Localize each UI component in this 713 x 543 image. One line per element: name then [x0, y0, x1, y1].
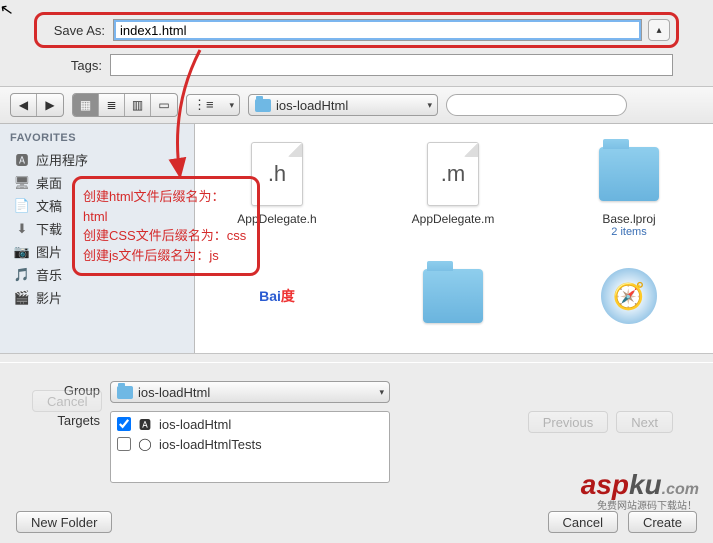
- sidebar-item-movies[interactable]: 🎬 影片: [0, 286, 194, 309]
- file-name: AppDelegate.m: [412, 212, 495, 226]
- file-item[interactable]: Base.lproj 2 items: [559, 140, 699, 238]
- sidebar-item-label: 影片: [36, 288, 62, 307]
- target-name: ios-loadHtml: [159, 417, 231, 432]
- group-value: ios-loadHtml: [138, 385, 210, 400]
- sidebar-item-label: 应用程序: [36, 150, 88, 169]
- file-item[interactable]: [383, 262, 523, 334]
- new-folder-button[interactable]: New Folder: [16, 511, 112, 533]
- m-file-icon: .m: [427, 142, 479, 206]
- next-button[interactable]: Next: [616, 411, 673, 433]
- column-view-button[interactable]: ▥: [125, 94, 151, 116]
- nav-back-forward: ◀ ▶: [10, 93, 64, 117]
- save-as-label: Save As:: [43, 23, 105, 38]
- tags-input[interactable]: [110, 54, 673, 76]
- search-wrap: [446, 94, 696, 116]
- cancel-ghost: Cancel: [32, 390, 102, 412]
- sidebar-item-label: 下载: [36, 219, 62, 238]
- tags-row: Tags:: [40, 54, 673, 76]
- search-input[interactable]: [446, 94, 627, 116]
- forward-button[interactable]: ▶: [37, 94, 63, 116]
- test-icon: ◯: [137, 436, 153, 452]
- file-item[interactable]: 🧭: [559, 262, 699, 334]
- file-name: Base.lproj: [602, 212, 655, 226]
- back-button[interactable]: ◀: [11, 94, 37, 116]
- arrange-popup[interactable]: ⋮≡: [186, 94, 240, 116]
- documents-icon: 📄: [14, 198, 30, 214]
- target-row[interactable]: ◯ ios-loadHtmlTests: [113, 434, 387, 454]
- target-checkbox[interactable]: [117, 437, 131, 451]
- downloads-icon: ⬇: [14, 221, 30, 237]
- watermark-sub: 免费网站源码下载站！: [597, 497, 697, 512]
- sidebar-header: FAVORITES: [0, 130, 194, 148]
- folder-icon: [255, 99, 271, 112]
- sidebar-item-label: 图片: [36, 242, 62, 261]
- create-button[interactable]: Create: [628, 511, 697, 533]
- file-item[interactable]: .m AppDelegate.m: [383, 140, 523, 238]
- icon-view-button[interactable]: ▦: [73, 94, 99, 116]
- coverflow-view-button[interactable]: ▭: [151, 94, 177, 116]
- previous-button[interactable]: Previous: [528, 411, 609, 433]
- list-view-button[interactable]: ≣: [99, 94, 125, 116]
- folder-icon: [599, 147, 659, 201]
- group-popup[interactable]: ios-loadHtml: [110, 381, 390, 403]
- annotation-line: 创建CSS文件后缀名为：css: [83, 226, 249, 246]
- sidebar-item-label: 音乐: [36, 265, 62, 284]
- targets-list: 🅰 ios-loadHtml ◯ ios-loadHtmlTests: [110, 411, 390, 483]
- app-icon: 🅰: [137, 416, 153, 432]
- cancel-button[interactable]: Cancel: [548, 511, 618, 533]
- annotation-box: 创建html文件后缀名为：html 创建CSS文件后缀名为：css 创建js文件…: [72, 176, 260, 276]
- targets-label: Targets: [40, 411, 100, 428]
- target-name: ios-loadHtmlTests: [159, 437, 262, 452]
- target-row[interactable]: 🅰 ios-loadHtml: [113, 414, 387, 434]
- annotation-line: 创建js文件后缀名为：js: [83, 246, 249, 266]
- music-icon: 🎵: [14, 267, 30, 283]
- file-grid[interactable]: .h AppDelegate.h .m AppDelegate.m Base.l…: [195, 124, 713, 353]
- expand-toggle-button[interactable]: ▴: [648, 19, 670, 41]
- save-as-input[interactable]: [113, 19, 642, 41]
- targets-row: Targets 🅰 ios-loadHtml ◯ ios-loadHtmlTes…: [40, 411, 673, 483]
- save-as-row-highlight: Save As: ▴: [34, 12, 679, 48]
- target-checkbox[interactable]: [117, 417, 131, 431]
- folder-icon: [117, 386, 133, 399]
- sidebar-item-apps[interactable]: 🅰 应用程序: [0, 148, 194, 171]
- view-mode-group: ▦ ≣ ▥ ▭: [72, 93, 178, 117]
- browser-toolbar: ◀ ▶ ▦ ≣ ▥ ▭ ⋮≡ ios-loadHtml: [0, 87, 713, 124]
- safari-icon: 🧭: [601, 268, 657, 324]
- annotation-line: 创建html文件后缀名为：html: [83, 187, 249, 226]
- folder-icon: [423, 269, 483, 323]
- movies-icon: 🎬: [14, 290, 30, 306]
- tags-label: Tags:: [40, 58, 102, 73]
- file-sub: 2 items: [611, 226, 646, 238]
- desktop-icon: 🖥: [14, 175, 30, 191]
- group-row: Group ios-loadHtml: [40, 381, 673, 403]
- location-popup[interactable]: ios-loadHtml: [248, 94, 438, 116]
- save-panel-top: Save As: ▴ Tags:: [0, 0, 713, 87]
- pictures-icon: 📷: [14, 244, 30, 260]
- sidebar-item-label: 桌面: [36, 173, 62, 192]
- location-label: ios-loadHtml: [276, 98, 348, 113]
- arrange-icon: ⋮≡: [193, 97, 214, 113]
- sidebar-item-label: 文稿: [36, 196, 62, 215]
- apps-icon: 🅰: [14, 152, 30, 168]
